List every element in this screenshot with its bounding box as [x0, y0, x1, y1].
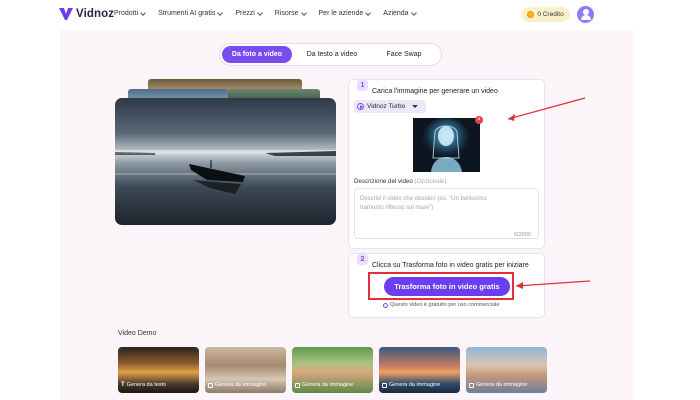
- arrow-head-icon: [516, 282, 523, 289]
- red-arrow-upload: [507, 97, 586, 120]
- annotation-arrows: [507, 97, 591, 289]
- arrow-head-icon: [508, 114, 515, 121]
- page: Vidnoz Prodotti Strumenti AI gratis Prez…: [0, 0, 700, 400]
- red-arrow-button: [515, 280, 591, 287]
